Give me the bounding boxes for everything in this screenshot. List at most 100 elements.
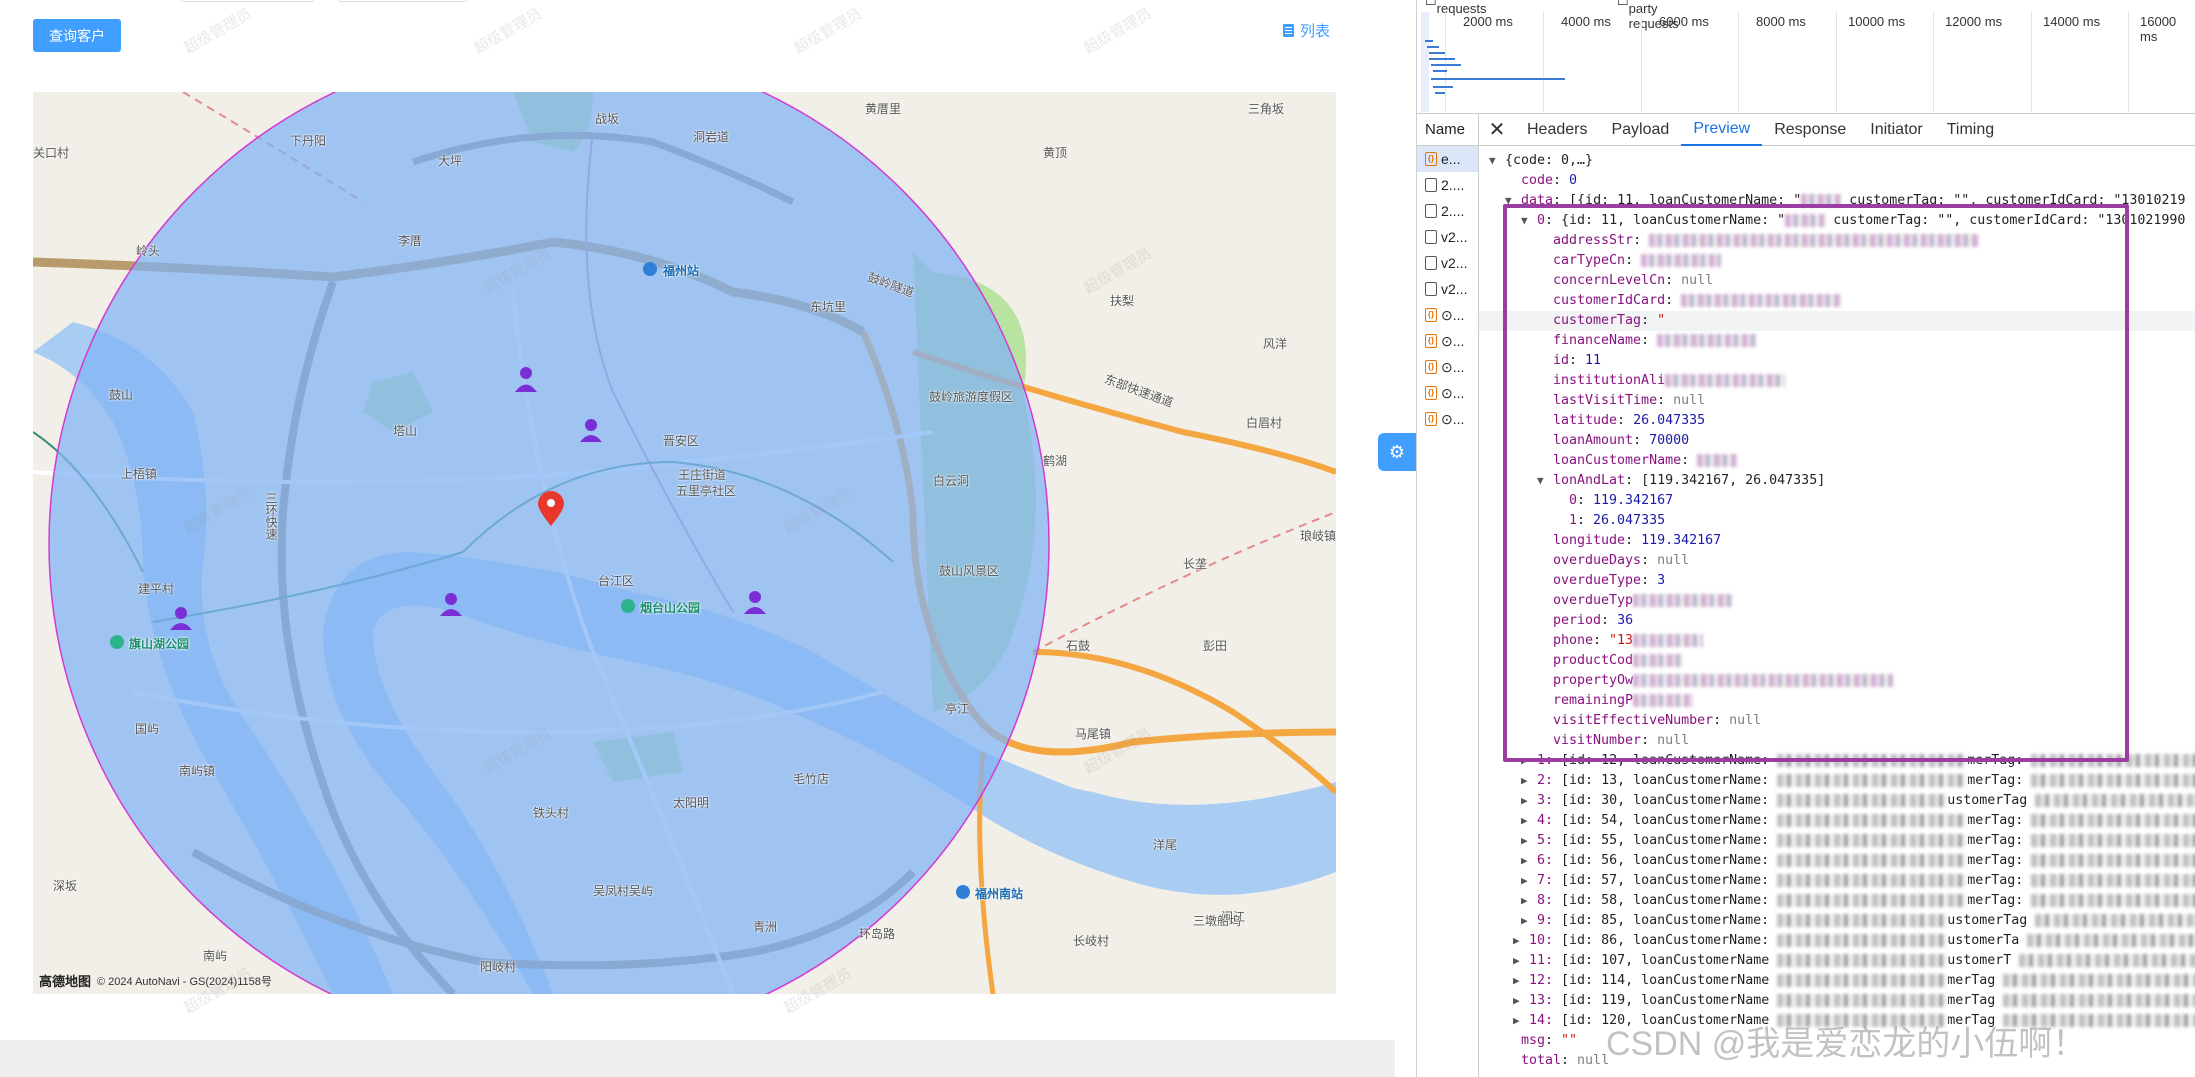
blocked-requests-checkbox[interactable]: ☐ Blocked requests [1425, 0, 1487, 16]
poi-yantaishan-park[interactable]: 烟台山公园 [640, 599, 700, 616]
request-row[interactable]: 2.... [1417, 198, 1478, 224]
request-row[interactable]: {} e... [1417, 146, 1478, 172]
json-array-item[interactable]: ▶ 3: [id: 30, loanCustomerName: ustomerTa… [1521, 791, 2195, 811]
page-footer [0, 1040, 1395, 1077]
timeline-tick: 12000 ms [1945, 14, 2003, 29]
map-label: 战坂 [595, 112, 620, 126]
json-array-item[interactable]: ▶ 13: [id: 119, loanCustomerName merTag [1513, 991, 2195, 1011]
request-row[interactable]: {} ⊙... [1417, 354, 1478, 380]
map-label: 东坑里 [810, 300, 847, 314]
query-customer-button[interactable]: 查询客户 [33, 19, 121, 52]
json-array-item[interactable]: ▶ 9: [id: 85, loanCustomerName: ustomerTa… [1521, 911, 2195, 931]
json-array-item[interactable]: ▶ 10: [id: 86, loanCustomerName: ustomerT… [1513, 931, 2195, 951]
file-icon [1425, 256, 1437, 270]
third-party-checkbox[interactable]: ☐ 3rd-party requests [1617, 0, 1679, 31]
request-row[interactable]: {} ⊙... [1417, 328, 1478, 354]
json-field: 1: 26.047335 [1569, 513, 1666, 528]
map-label: 晋安区 [663, 434, 700, 448]
json-array-item[interactable]: ▶ 12: [id: 114, loanCustomerName merTag [1513, 971, 2195, 991]
map-label: 上梧镇 [121, 467, 158, 481]
list-view-link[interactable]: 列表 [1283, 20, 1330, 41]
json-array-item[interactable]: ▶ 4: [id: 54, loanCustomerName: merTag: [1521, 811, 2195, 831]
request-row[interactable]: {} ⊙... [1417, 380, 1478, 406]
filter-input-edge[interactable] [338, 0, 468, 2]
json-field: overdueTyp [1553, 591, 1734, 611]
name-column-header[interactable]: Name [1417, 114, 1478, 146]
json-field: carTypeCn: [1553, 251, 1722, 271]
poi-qishanhu-park[interactable]: 旗山湖公园 [129, 635, 189, 652]
request-row[interactable]: {} ⊙... [1417, 302, 1478, 328]
close-icon[interactable]: ✕ [1479, 117, 1515, 142]
tab-headers[interactable]: Headers [1515, 114, 1599, 146]
map-label: 洋尾 [1153, 838, 1178, 852]
map-label: 吴凤村吴屿 [593, 884, 654, 898]
json-field: phone: "13 [1553, 631, 1704, 651]
map-label: 南屿镇 [179, 764, 216, 778]
network-timeline[interactable]: ☐ Blocked requests ☐ 3rd-party requests … [1417, 0, 2195, 114]
map-label: 毛竹店 [793, 772, 830, 786]
map-label: 建平村 [138, 582, 175, 596]
json-field: id: 11 [1553, 353, 1602, 368]
json-field: institutionAli [1553, 371, 1786, 391]
map-label: 青洲 [753, 920, 778, 934]
tab-initiator[interactable]: Initiator [1858, 114, 1934, 146]
map-label: 鼓山风景区 [939, 564, 1000, 578]
map-canvas[interactable]: 黄厝里 三角坂 下丹阳 大坪 战坂 洞岩道 关口村 黄顶 李厝 岭头 鼓岭隧道 … [33, 92, 1336, 994]
map-label: 长垄 [1183, 557, 1208, 571]
request-row[interactable]: v2... [1417, 250, 1478, 276]
timeline-tick: 4000 ms [1561, 14, 1611, 29]
map-label: 琅岐镇 [1300, 529, 1336, 543]
map-label: 环岛路 [859, 927, 896, 941]
json-field[interactable]: ▼ lonAndLat: [119.342167, 26.047335] [1537, 471, 1825, 491]
xhr-icon: {} [1425, 334, 1437, 348]
json-field: customerTag: " [1479, 311, 2195, 331]
json-array-item[interactable]: ▶ 7: [id: 57, loanCustomerName: merTag: [1521, 871, 2195, 891]
json-array-item[interactable]: ▶ 1: [id: 12, loanCustomerName: merTag: [1521, 751, 2195, 771]
json-array-item[interactable]: ▶ 8: [id: 58, loanCustomerName: merTag: [1521, 891, 2195, 911]
json-array-item[interactable]: ▶ 2: [id: 13, loanCustomerName: merTag: [1521, 771, 2195, 791]
json-root[interactable]: ▼ {code: 0,…} [1489, 151, 1593, 171]
map-label: 黄顶 [1043, 146, 1068, 160]
timeline-tick: 8000 ms [1756, 14, 1806, 29]
map-label: 扶梨 [1110, 294, 1135, 308]
tab-payload[interactable]: Payload [1599, 114, 1681, 146]
amap-copyright: © 2024 AutoNavi - GS(2024)1158号 [97, 975, 272, 988]
file-icon [1425, 178, 1437, 192]
settings-drawer-button[interactable]: ⚙ [1378, 433, 1416, 471]
filter-input-edge[interactable] [180, 0, 314, 2]
map-label: 洞岩道 [693, 130, 730, 144]
poi-fuzhou-station[interactable]: 福州站 [663, 262, 699, 279]
map-label: 鹤湖 [1043, 454, 1068, 468]
json-array-item[interactable]: ▶ 5: [id: 55, loanCustomerName: merTag: [1521, 831, 2195, 851]
json-field: 0: 119.342167 [1569, 493, 1674, 508]
watermark: 超级管理员 [1081, 5, 1155, 58]
json-array-item[interactable]: ▶ 6: [id: 56, loanCustomerName: merTag: [1521, 851, 2195, 871]
map-label: 阳岐村 [480, 960, 517, 974]
request-row[interactable]: v2... [1417, 224, 1478, 250]
json-field: lastVisitTime: null [1553, 393, 1706, 408]
devtools-network-panel: ☐ Blocked requests ☐ 3rd-party requests … [1416, 0, 2195, 1077]
poi-fuzhou-south-station[interactable]: 福州南站 [975, 885, 1023, 902]
timeline-tick: 14000 ms [2043, 14, 2101, 29]
request-row[interactable]: 2.... [1417, 172, 1478, 198]
xhr-icon: {} [1425, 360, 1437, 374]
json-array-item[interactable]: ▶ 11: [id: 107, loanCustomerName ustomerT [1513, 951, 2195, 971]
tab-timing[interactable]: Timing [1935, 114, 2006, 146]
request-row[interactable]: {} ⊙... [1417, 406, 1478, 432]
tab-response[interactable]: Response [1762, 114, 1858, 146]
json-field: financeName: [1553, 331, 1758, 351]
map-label: 五里亭社区 [676, 484, 737, 498]
json-field: loanCustomerName: [1553, 451, 1738, 471]
json-array-item[interactable]: ▼ 0: {id: 11, loanCustomerName: " custome… [1521, 211, 2185, 231]
request-row[interactable]: v2... [1417, 276, 1478, 302]
timeline-tick: 2000 ms [1463, 14, 1513, 29]
map-label: 三环快速 [264, 492, 278, 540]
request-name-column: Name {} e... 2.... 2.... v2... v2... v2..… [1417, 114, 1479, 1077]
json-field[interactable]: ▼ data: [{id: 11, loanCustomerName: " cus… [1505, 191, 2185, 211]
tab-preview[interactable]: Preview [1681, 114, 1763, 146]
json-field: customerIdCard: [1553, 291, 1842, 311]
map-label: 塔山 [393, 424, 418, 438]
json-field: visitNumber: null [1553, 733, 1690, 748]
map-label: 岭头 [136, 244, 161, 258]
json-field: longitude: 119.342167 [1553, 533, 1722, 548]
